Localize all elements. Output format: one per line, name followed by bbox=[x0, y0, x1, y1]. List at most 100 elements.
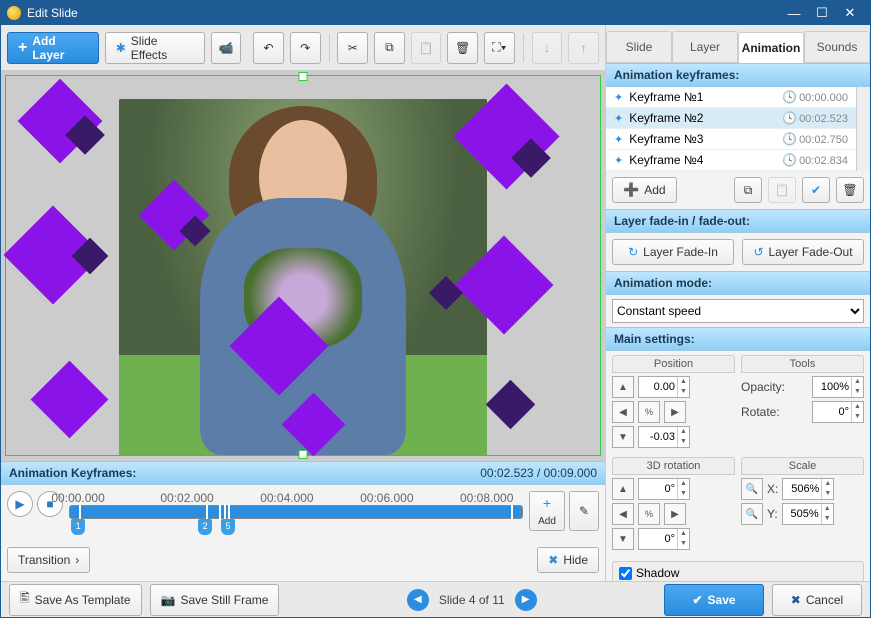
delete-button[interactable]: 🗑 bbox=[447, 32, 478, 64]
pager-label: Slide 4 of 11 bbox=[439, 593, 505, 607]
move-down-button[interactable]: ↓ bbox=[532, 32, 563, 64]
keyframe-marker[interactable]: 5 bbox=[221, 519, 235, 535]
minimize-button[interactable]: — bbox=[780, 6, 808, 21]
rot3d-center-button[interactable]: % bbox=[638, 503, 660, 525]
canvas[interactable] bbox=[1, 71, 605, 460]
anim-mode-select[interactable]: Constant speed bbox=[612, 299, 864, 323]
prev-slide-button[interactable]: ◀ bbox=[407, 589, 429, 611]
keyframe-row[interactable]: ✦Keyframe №3🕓00:02.750 bbox=[606, 129, 856, 150]
keyframe-copy-button[interactable]: ⧉ bbox=[734, 177, 762, 203]
ruler-tick: 00:00.000 bbox=[51, 491, 104, 505]
arrow-down-icon: ↓ bbox=[544, 41, 550, 55]
keyframe-paste-button[interactable]: 📋 bbox=[768, 177, 796, 203]
shape-diamond[interactable] bbox=[486, 380, 535, 429]
trash-icon: 🗑 bbox=[842, 183, 857, 197]
redo-button[interactable]: ↷ bbox=[290, 32, 321, 64]
ruler-tick: 00:04.000 bbox=[260, 491, 313, 505]
rot3d-down-button[interactable]: ▼ bbox=[612, 528, 634, 550]
keyframe-icon: ✦ bbox=[614, 91, 623, 104]
expand-icon: ⛶▾ bbox=[492, 40, 506, 55]
play-icon: ▶ bbox=[15, 497, 24, 511]
camera-icon: 📹 bbox=[218, 41, 233, 55]
nudge-up-button[interactable]: ▲ bbox=[612, 376, 634, 398]
zoom-in-button[interactable]: 🔍 bbox=[741, 478, 763, 500]
paste-button[interactable]: 📋 bbox=[411, 32, 442, 64]
save-still-button[interactable]: 📷Save Still Frame bbox=[150, 584, 280, 616]
fade-out-icon: ↺ bbox=[753, 245, 763, 259]
keyframe-marker[interactable]: 1 bbox=[71, 519, 85, 535]
undo-button[interactable]: ↶ bbox=[253, 32, 284, 64]
app-icon bbox=[7, 6, 21, 20]
keyframes-header: Animation Keyframes: 00:02.523 / 00:09.0… bbox=[1, 461, 605, 485]
maximize-button[interactable]: ☐ bbox=[808, 5, 836, 21]
tab-animation[interactable]: Animation bbox=[738, 32, 804, 63]
fade-out-label: Layer Fade-Out bbox=[769, 245, 853, 259]
keyframes-panel: Animation Keyframes: 00:02.523 / 00:09.0… bbox=[1, 460, 605, 581]
timeline[interactable]: 00:00.000 00:02.000 00:04.000 00:06.000 … bbox=[69, 491, 523, 537]
clock-icon: 🕓 bbox=[782, 132, 797, 146]
cut-button[interactable]: ✂ bbox=[337, 32, 368, 64]
chevron-right-icon: › bbox=[75, 553, 79, 567]
keyframe-marker[interactable]: 2 bbox=[198, 519, 212, 535]
fade-header: Layer fade-in / fade-out: bbox=[606, 209, 870, 233]
keyframe-row[interactable]: ✦Keyframe №1🕓00:00.000 bbox=[606, 87, 856, 108]
transition-button[interactable]: Transition › bbox=[7, 547, 90, 573]
cancel-button[interactable]: ✖ Cancel bbox=[772, 584, 862, 616]
tab-sounds[interactable]: Sounds bbox=[804, 31, 870, 62]
scrollbar[interactable] bbox=[856, 87, 870, 171]
fullscreen-button[interactable]: ⛶▾ bbox=[484, 32, 515, 64]
rot3d-up-button[interactable]: ▲ bbox=[612, 478, 634, 500]
hide-label: Hide bbox=[563, 553, 588, 567]
plus-icon: + bbox=[18, 39, 27, 57]
add-layer-button[interactable]: + Add Layer bbox=[7, 32, 99, 64]
move-up-button[interactable]: ↑ bbox=[568, 32, 599, 64]
keyframe-list: ✦Keyframe №1🕓00:00.000✦Keyframe №2🕓00:02… bbox=[606, 87, 856, 171]
rot3d-a-input[interactable]: ▲▼ bbox=[638, 478, 690, 500]
center-button[interactable]: % bbox=[638, 401, 660, 423]
rotate-input[interactable]: ▲▼ bbox=[812, 401, 864, 423]
hide-button[interactable]: ✖ Hide bbox=[537, 547, 599, 573]
opacity-label: Opacity: bbox=[741, 380, 785, 394]
next-slide-button[interactable]: ▶ bbox=[515, 589, 537, 611]
keyframe-add-button[interactable]: ➕ Add bbox=[612, 177, 677, 203]
x-icon: ✖ bbox=[791, 593, 801, 607]
timeline-edit-button[interactable]: ✎ bbox=[569, 491, 599, 531]
save-template-button[interactable]: 🖺Save As Template bbox=[9, 584, 142, 616]
close-button[interactable]: ✕ bbox=[836, 5, 864, 21]
rot3d-right-button[interactable]: ▶ bbox=[664, 503, 686, 525]
scale-x-input[interactable]: ▲▼ bbox=[782, 478, 834, 500]
save-button[interactable]: ✔Save bbox=[664, 584, 764, 616]
rot3d-left-button[interactable]: ◀ bbox=[612, 503, 634, 525]
tab-layer[interactable]: Layer bbox=[672, 31, 738, 62]
pos-y-input[interactable]: ▲▼ bbox=[638, 426, 690, 448]
fade-out-button[interactable]: ↺ Layer Fade-Out bbox=[742, 239, 864, 265]
cancel-label: Cancel bbox=[806, 593, 843, 607]
keyframe-name: Keyframe №3 bbox=[629, 132, 703, 146]
keyframe-row[interactable]: ✦Keyframe №4🕓00:02.834 bbox=[606, 150, 856, 171]
opacity-input[interactable]: ▲▼ bbox=[812, 376, 864, 398]
play-button[interactable]: ▶ bbox=[7, 491, 33, 517]
trash-icon: 🗑 bbox=[455, 41, 470, 55]
keyframe-time: 🕓00:02.523 bbox=[782, 111, 848, 125]
snowflake-icon: ✱ bbox=[116, 41, 126, 55]
nudge-left-button[interactable]: ◀ bbox=[612, 401, 634, 423]
nudge-right-button[interactable]: ▶ bbox=[664, 401, 686, 423]
pos-x-input[interactable]: ▲▼ bbox=[638, 376, 690, 398]
slide-effects-button[interactable]: ✱ Slide Effects bbox=[105, 32, 205, 64]
check-icon: ✔ bbox=[692, 593, 702, 607]
camera-button[interactable]: 📹 bbox=[211, 32, 242, 64]
keyframe-brush-button[interactable]: ✔ bbox=[802, 177, 830, 203]
copy-button[interactable]: ⧉ bbox=[374, 32, 405, 64]
nudge-down-button[interactable]: ▼ bbox=[612, 426, 634, 448]
keyframe-row[interactable]: ✦Keyframe №2🕓00:02.523 bbox=[606, 108, 856, 129]
scale-y-input[interactable]: ▲▼ bbox=[782, 503, 834, 525]
timeline-track[interactable] bbox=[69, 505, 523, 519]
shadow-checkbox[interactable] bbox=[619, 567, 632, 580]
zoom-out-button[interactable]: 🔍 bbox=[741, 503, 763, 525]
shape-diamond[interactable] bbox=[30, 360, 108, 438]
rot3d-b-input[interactable]: ▲▼ bbox=[638, 528, 690, 550]
fade-in-button[interactable]: ↻Layer Fade-In bbox=[612, 239, 734, 265]
timeline-add-button[interactable]: + Add bbox=[529, 491, 565, 531]
tab-slide[interactable]: Slide bbox=[606, 31, 672, 62]
keyframe-delete-button[interactable]: 🗑 bbox=[836, 177, 864, 203]
